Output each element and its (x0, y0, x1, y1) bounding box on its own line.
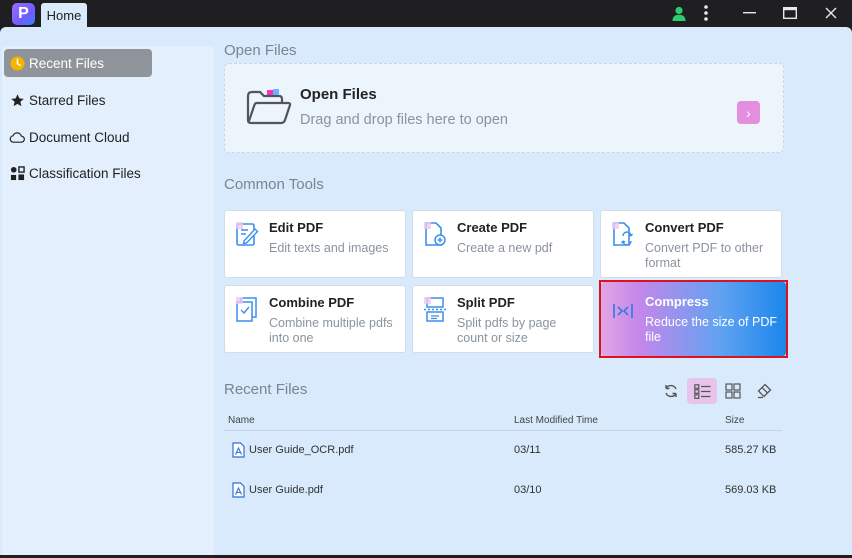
tab-home[interactable]: Home (41, 3, 87, 27)
tool-description: Convert PDF to other format (645, 241, 764, 270)
title-bar: P Home (0, 0, 852, 27)
convert-pdf-icon (611, 221, 635, 247)
file-size: 585.27 KB (725, 444, 777, 456)
open-files-title: Open Files (300, 86, 377, 103)
combine-pdf-icon (235, 296, 259, 322)
tool-title: Create PDF (457, 220, 528, 235)
minimize-button[interactable] (740, 2, 758, 24)
common-tools-heading: Common Tools (224, 176, 324, 193)
list-view-icon[interactable] (687, 378, 717, 404)
table-row[interactable]: User Guide_OCR.pdf 03/11 585.27 KB (224, 436, 782, 468)
user-account-icon[interactable] (670, 2, 688, 24)
sidebar-item-classification-files[interactable]: Classification Files (4, 159, 152, 187)
app-logo: P (12, 3, 35, 25)
tool-description: Edit texts and images (269, 241, 389, 255)
tool-title: Combine PDF (269, 295, 355, 310)
clear-history-icon[interactable] (750, 378, 778, 404)
pdf-file-icon (232, 482, 245, 498)
tool-description: Create a new pdf (457, 241, 553, 255)
tool-card-create-pdf[interactable]: Create PDF Create a new pdf (412, 210, 594, 278)
sidebar-item-label: Recent Files (29, 55, 105, 71)
sidebar-item-label: Classification Files (29, 165, 141, 181)
edit-pdf-icon (235, 221, 259, 247)
split-pdf-icon (423, 296, 447, 322)
tool-title: Convert PDF (645, 220, 724, 235)
sidebar-item-document-cloud[interactable]: Document Cloud (4, 123, 152, 151)
file-modified: 03/10 (514, 484, 542, 496)
cloud-icon (9, 129, 25, 145)
sidebar-item-starred-files[interactable]: Starred Files (4, 86, 152, 114)
star-icon (9, 92, 25, 108)
folder-icon (245, 88, 293, 126)
compress-highlight-frame (599, 280, 788, 358)
sidebar-item-recent-files[interactable]: Recent Files (4, 49, 152, 77)
column-header-size[interactable]: Size (725, 415, 744, 426)
pdf-file-icon (232, 442, 245, 458)
more-options-icon[interactable] (699, 2, 713, 24)
tool-title: Edit PDF (269, 220, 324, 235)
file-size: 569.03 KB (725, 484, 777, 496)
create-pdf-icon (423, 221, 447, 247)
table-header-divider (224, 430, 782, 431)
open-files-heading: Open Files (224, 42, 297, 59)
grid-view-icon[interactable] (719, 378, 747, 404)
table-row[interactable]: User Guide.pdf 03/10 569.03 KB (224, 476, 782, 508)
open-files-arrow-button[interactable]: › (737, 101, 760, 124)
grid-icon (9, 165, 25, 181)
tool-card-convert-pdf[interactable]: Convert PDF Convert PDF to other format (600, 210, 782, 278)
open-files-dropzone[interactable] (224, 63, 784, 153)
tool-title: Split PDF (457, 295, 515, 310)
tool-card-edit-pdf[interactable]: Edit PDF Edit texts and images (224, 210, 406, 278)
column-header-name[interactable]: Name (228, 415, 255, 426)
tool-description: Combine multiple pdfs into one (269, 316, 393, 345)
column-header-modified[interactable]: Last Modified Time (514, 415, 598, 426)
sidebar-item-label: Starred Files (29, 92, 106, 108)
file-name: User Guide_OCR.pdf (249, 444, 354, 456)
open-files-subtitle: Drag and drop files here to open (300, 112, 508, 128)
close-button[interactable] (822, 2, 840, 24)
sidebar-item-label: Document Cloud (29, 129, 130, 145)
tool-description: Split pdfs by page count or size (457, 316, 557, 345)
tool-card-split-pdf[interactable]: Split PDF Split pdfs by page count or si… (412, 285, 594, 353)
file-name: User Guide.pdf (249, 484, 323, 496)
tool-card-combine-pdf[interactable]: Combine PDF Combine multiple pdfs into o… (224, 285, 406, 353)
maximize-button[interactable] (781, 2, 799, 24)
clock-icon (9, 55, 25, 71)
refresh-icon[interactable] (657, 378, 685, 404)
file-modified: 03/11 (514, 444, 541, 456)
recent-files-heading: Recent Files (224, 381, 308, 398)
